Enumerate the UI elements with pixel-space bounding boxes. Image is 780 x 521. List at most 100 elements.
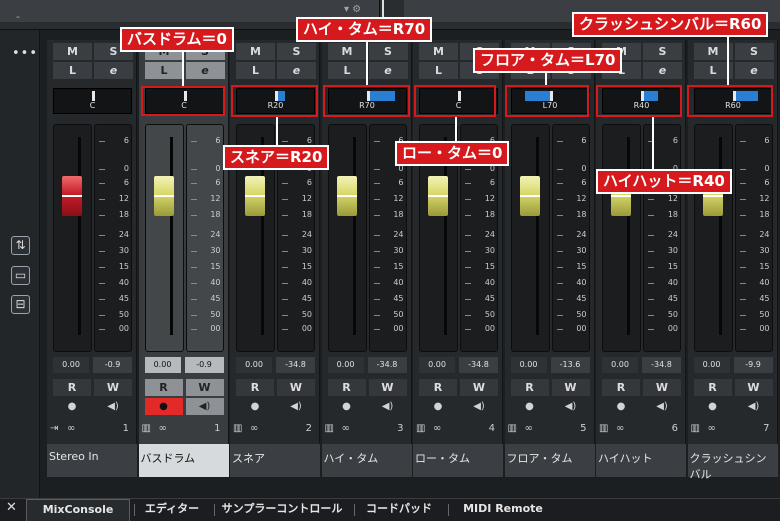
record-icon[interactable]: ● [144, 398, 183, 415]
link-icon[interactable]: ∞ [342, 423, 350, 434]
scale-tick: 6 [190, 178, 223, 187]
volume-value[interactable]: 0.00 [144, 357, 181, 373]
edit-button[interactable]: e [94, 62, 133, 79]
monitor-speaker-icon[interactable]: ◀) [552, 398, 590, 415]
read-button[interactable]: R [419, 379, 457, 396]
volume-value[interactable]: 0.00 [236, 357, 272, 373]
link-icon[interactable]: ∞ [250, 423, 258, 434]
read-button[interactable]: R [327, 379, 366, 396]
volume-value[interactable]: 0.00 [602, 357, 638, 373]
write-button[interactable]: W [551, 379, 590, 396]
tab-sampler-control[interactable]: サンプラーコントロール [214, 499, 350, 521]
tab-mixconsole[interactable]: MixConsole [26, 499, 130, 521]
mute-button[interactable]: M [236, 43, 275, 60]
monitor-speaker-icon[interactable]: ◀) [369, 398, 407, 415]
listen-button[interactable]: L [327, 62, 367, 79]
record-icon[interactable]: ● [694, 398, 732, 415]
listen-button[interactable]: L [419, 62, 458, 79]
link-icon[interactable]: ∞ [525, 423, 533, 434]
monitor-speaker-icon[interactable]: ◀) [735, 398, 773, 415]
close-icon[interactable]: ✕ [6, 500, 17, 515]
channel-name[interactable]: スネア [230, 444, 320, 477]
link-icon[interactable]: ∞ [67, 423, 75, 434]
routing-icon[interactable]: ⊟ [11, 295, 30, 314]
channel-name[interactable]: Stereo In [47, 444, 137, 477]
channel-name[interactable]: バスドラム [138, 444, 229, 477]
volume-fader[interactable] [336, 176, 357, 216]
monitor-speaker-icon[interactable]: ◀) [277, 398, 315, 415]
listen-button[interactable]: L [144, 62, 184, 79]
write-button[interactable]: W [185, 379, 224, 396]
volume-fader[interactable] [153, 176, 174, 216]
volume-value[interactable]: 0.00 [327, 357, 364, 373]
read-button[interactable]: R [510, 379, 549, 396]
faders-icon[interactable]: ⇅ [11, 236, 30, 255]
pan-control[interactable]: C [53, 88, 132, 114]
channel-name[interactable]: クラッシュシンバル [687, 444, 778, 481]
solo-button[interactable]: S [643, 43, 682, 60]
volume-value[interactable]: 0.00 [419, 357, 455, 373]
tab-chord-pads[interactable]: コードパッド [354, 499, 444, 521]
level-values: 0.00 -0.9 [53, 357, 132, 373]
lowtom-leader-line [455, 117, 457, 141]
monitor-icon[interactable]: ▭ [11, 266, 30, 285]
mute-button[interactable]: M [419, 43, 458, 60]
edit-button[interactable]: e [277, 62, 316, 79]
record-icon[interactable]: ● [419, 398, 457, 415]
top-controls[interactable]: ▾ ⚙ [344, 4, 361, 15]
menu-dots-icon[interactable]: ••• [12, 46, 38, 61]
monitor-speaker-icon[interactable]: ◀) [94, 398, 132, 415]
write-button[interactable]: W [94, 379, 132, 396]
lowtom-pan-highlight [414, 85, 496, 117]
monitor-speaker-icon[interactable]: ◀) [460, 398, 498, 415]
mute-button[interactable]: M [327, 43, 367, 60]
read-button[interactable]: R [236, 379, 274, 396]
write-button[interactable]: W [643, 379, 681, 396]
record-icon[interactable]: ● [53, 398, 91, 415]
fader-bg [602, 124, 641, 352]
read-button[interactable]: R [53, 379, 91, 396]
volume-value[interactable]: 0.00 [510, 357, 547, 373]
write-button[interactable]: W [734, 379, 773, 396]
record-icon[interactable]: ● [602, 398, 640, 415]
channel-number: 3 [397, 423, 404, 434]
link-icon[interactable]: ∞ [708, 423, 716, 434]
volume-value[interactable]: 0.00 [693, 357, 730, 373]
edit-button[interactable]: e [368, 62, 408, 79]
solo-button[interactable]: S [734, 43, 774, 60]
record-icon[interactable]: ● [236, 398, 274, 415]
edit-button[interactable]: e [734, 62, 774, 79]
volume-value[interactable]: 0.00 [53, 357, 89, 373]
read-button[interactable]: R [693, 379, 732, 396]
channel-name[interactable]: フロア・タム [504, 444, 595, 477]
solo-button[interactable]: S [277, 43, 316, 60]
volume-fader[interactable] [245, 176, 265, 216]
channel-name[interactable]: ハイハット [596, 444, 686, 477]
volume-fader[interactable] [62, 176, 82, 216]
read-button[interactable]: R [602, 379, 640, 396]
write-button[interactable]: W [368, 379, 407, 396]
listen-button[interactable]: L [53, 62, 92, 79]
channel-name[interactable]: ロー・タム [413, 444, 503, 477]
monitor-speaker-icon[interactable]: ◀) [643, 398, 681, 415]
volume-fader[interactable] [519, 176, 540, 216]
monitor-speaker-icon[interactable]: ◀) [185, 398, 224, 415]
tab-midi-remote[interactable]: MIDI Remote [448, 499, 558, 521]
write-button[interactable]: W [277, 379, 315, 396]
tab-editor[interactable]: エディター [134, 499, 210, 521]
edit-button[interactable]: e [185, 62, 225, 79]
solo-button[interactable]: S [368, 43, 408, 60]
link-icon[interactable]: ∞ [433, 423, 441, 434]
record-icon[interactable]: ● [511, 398, 549, 415]
listen-button[interactable]: L [236, 62, 275, 79]
record-icon[interactable]: ● [328, 398, 366, 415]
channel-name[interactable]: ハイ・タム [321, 444, 412, 477]
mute-button[interactable]: M [53, 43, 92, 60]
scale-tick: 24 [190, 230, 223, 239]
read-button[interactable]: R [144, 379, 183, 396]
link-icon[interactable]: ∞ [159, 423, 167, 434]
edit-button[interactable]: e [643, 62, 682, 79]
write-button[interactable]: W [460, 379, 498, 396]
volume-fader[interactable] [428, 176, 448, 216]
link-icon[interactable]: ∞ [616, 423, 624, 434]
